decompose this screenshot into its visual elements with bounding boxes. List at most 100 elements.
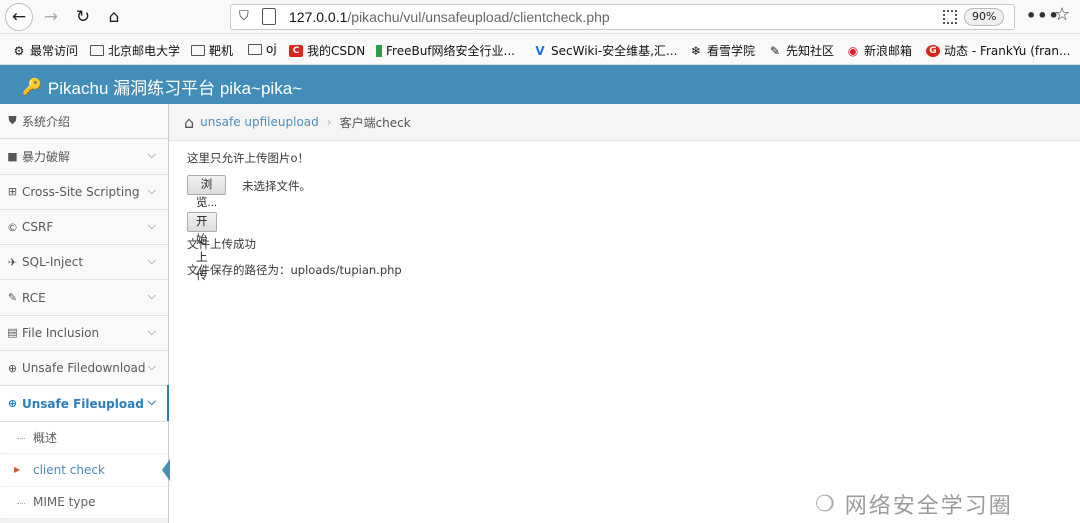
forward-button[interactable]: →	[38, 4, 64, 30]
sidebar-item-intro[interactable]: ⛊ 系统介绍	[0, 104, 168, 140]
folder-icon	[191, 45, 205, 56]
page-info-icon[interactable]	[262, 8, 276, 25]
breadcrumb-link[interactable]: unsafe upfileupload	[200, 115, 319, 129]
intro-text: 这里只允许上传图片o！	[187, 151, 310, 165]
sidebar-item-unsafe-filedownload[interactable]: ⊕ Unsafe Filedownload ⌵	[0, 351, 168, 387]
bookmark-label: 动态 - FrankYu (fran...	[944, 44, 1071, 58]
reload-icon: ↻	[75, 7, 91, 27]
reload-button[interactable]: ↻	[70, 4, 96, 30]
chevron-down-icon: ⌵	[147, 148, 156, 162]
breadcrumb: ⌂ unsafe upfileupload › 客户端check	[169, 104, 1080, 141]
tags-icon: ⛊	[8, 114, 17, 128]
bookmark-most-visited[interactable]: ⚙ 最常访问	[12, 42, 78, 59]
file-icon: ▤	[7, 326, 18, 340]
sidebar-item-label: File Inclusion	[22, 325, 100, 340]
bookmark-label: SecWiki-安全维基,汇...	[551, 44, 678, 58]
url-text[interactable]: 127.0.0.1/pikachu/vul/unsafeupload/clien…	[289, 9, 610, 25]
freebuf-icon	[376, 44, 382, 57]
sidebar-subitem-mime-type[interactable]: MIME type	[0, 486, 168, 520]
lock-icon: ■	[7, 149, 18, 163]
browse-button[interactable]: 浏览...	[187, 175, 227, 209]
back-button[interactable]: ←	[5, 3, 33, 31]
sidebar-item-sql-inject[interactable]: ✈ SQL-Inject ⌵	[0, 245, 168, 281]
sidebar-item-label: 系统介绍	[22, 114, 71, 129]
bookmark-star-icon[interactable]: ☆	[1054, 4, 1070, 25]
save-path-text: 文件保存的路径为：uploads/tupian.php	[187, 263, 402, 277]
sidebar-item-label: Cross-Site Scripting	[22, 184, 140, 199]
bookmark-label: 先知社区	[786, 44, 835, 58]
app-title-link[interactable]: 🔑 Pikachu 漏洞练习平台 pika~pika~	[22, 74, 302, 99]
bookmark-label: 新浪邮箱	[864, 44, 913, 58]
chevron-down-icon: ⌵	[147, 360, 156, 374]
bookmark-label: FreeBuf网络安全行业...	[386, 44, 515, 58]
chevron-down-icon: ⌵	[147, 324, 156, 338]
folder-icon	[248, 43, 262, 55]
file-status-text: 未选择文件。	[242, 179, 311, 193]
watermark: ❍ 网络安全学习圈	[815, 488, 1013, 520]
bookmark-frankyu[interactable]: G 动态 - FrankYu (fran...	[926, 42, 1070, 59]
sidebar-item-unsafe-fileupload[interactable]: ⊕ Unsafe Fileupload ⌵	[0, 385, 169, 422]
url-bar[interactable]: ⛉ 127.0.0.1/pikachu/vul/unsafeupload/cli…	[230, 4, 1015, 30]
snowflake-icon: ❄	[690, 43, 702, 58]
sidebar-subitem-label: client check	[33, 462, 105, 477]
watermark-text: 网络安全学习圈	[844, 494, 1013, 519]
bookmark-label: 北京邮电大学	[108, 44, 181, 58]
zoom-level[interactable]: 90%	[964, 8, 1005, 26]
qr-code-icon[interactable]	[943, 10, 957, 24]
upload-button[interactable]: 开始上传	[187, 212, 217, 282]
breadcrumb-current: 客户端check	[339, 115, 411, 130]
chevron-down-icon: ⌵	[147, 395, 156, 409]
sidebar-subitem-label: 概述	[33, 430, 58, 445]
chevron-down-icon: ⌵	[147, 254, 156, 268]
bookmark-xianzhi[interactable]: ✎ 先知社区	[768, 42, 834, 59]
sidebar-item-label: Unsafe Fileupload	[22, 396, 144, 411]
arrow-left-icon: ←	[11, 7, 27, 27]
sidebar-subitem-client-check[interactable]: ▶ client check	[0, 454, 170, 487]
caret-right-icon: ▶	[14, 465, 21, 475]
bookmark-sina-mail[interactable]: ◉ 新浪邮箱	[846, 42, 912, 59]
bookmark-oj[interactable]: oj	[248, 42, 277, 56]
sidebar-item-file-inclusion[interactable]: ▤ File Inclusion ⌵	[0, 315, 168, 352]
success-message: 文件上传成功	[187, 237, 256, 251]
url-host: 127.0.0.1	[289, 9, 348, 25]
bookmark-secwiki[interactable]: V SecWiki-安全维基,汇...	[533, 42, 677, 59]
sidebar-item-rce[interactable]: ✎ RCE ⌵	[0, 280, 168, 316]
sidebar-item-csrf[interactable]: © CSRF ⌵	[0, 209, 168, 246]
xianzhi-icon: ✎	[769, 43, 781, 58]
home-icon: ⌂	[108, 7, 120, 27]
sidebar-item-brute-force[interactable]: ■ 暴力破解 ⌵	[0, 139, 168, 175]
bookmarks-bar: ⚙ 最常访问 北京邮电大学 靶机 oj C 我的CSDN FreeBuf网络安全行业…	[0, 34, 1080, 65]
sidebar-item-label: RCE	[22, 290, 46, 305]
shield-icon[interactable]: ⛉	[239, 9, 249, 24]
sidebar-subitem-overview[interactable]: 概述	[0, 421, 168, 455]
bookmark-freebuf[interactable]: FreeBuf网络安全行业...	[376, 42, 515, 59]
bookmark-csdn[interactable]: C 我的CSDN	[289, 42, 365, 59]
sidebar-item-label: 暴力破解	[22, 149, 71, 164]
secwiki-icon: V	[535, 43, 545, 58]
plane-icon: ✈	[7, 255, 18, 269]
bookmark-bupt[interactable]: 北京邮电大学	[90, 42, 180, 59]
browser-toolbar: ← → ↻ ⌂ ⛉ 127.0.0.1/pikachu/vul/unsafeup…	[0, 0, 1080, 34]
breadcrumb-separator-icon: ›	[326, 115, 332, 129]
bookmark-label: 我的CSDN	[307, 44, 366, 58]
app-header: 🔑 Pikachu 漏洞练习平台 pika~pika~	[0, 65, 1080, 104]
home-button[interactable]: ⌂	[101, 4, 127, 30]
wechat-icon: ❍	[815, 491, 837, 517]
bookmark-label: oj	[266, 42, 277, 56]
bookmark-label: 最常访问	[30, 44, 79, 58]
sidebar: ⛊ 系统介绍 ■ 暴力破解 ⌵ ⊞ Cross-Site Scripting ⌵ © CSR…	[0, 104, 170, 523]
sidebar-item-xss[interactable]: ⊞ Cross-Site Scripting ⌵	[0, 174, 168, 210]
g-icon: G	[926, 44, 940, 57]
folder-icon	[90, 45, 104, 56]
bookmark-kanxue[interactable]: ❄ 看雪学院	[689, 42, 755, 59]
key-icon: 🔑	[22, 78, 42, 96]
sidebar-item-label: Unsafe Filedownload	[22, 361, 146, 376]
copyright-icon: ©	[7, 220, 18, 234]
upload-circle-icon: ⊕	[7, 397, 18, 411]
chevron-down-icon: ⌵	[147, 289, 156, 303]
url-path: /pikachu/vul/unsafeupload/clientcheck.ph…	[347, 9, 610, 25]
active-pointer	[162, 459, 170, 482]
app-title: Pikachu 漏洞练习平台 pika~pika~	[47, 79, 303, 98]
bookmark-target[interactable]: 靶机	[191, 42, 233, 59]
csdn-icon: C	[289, 44, 303, 57]
